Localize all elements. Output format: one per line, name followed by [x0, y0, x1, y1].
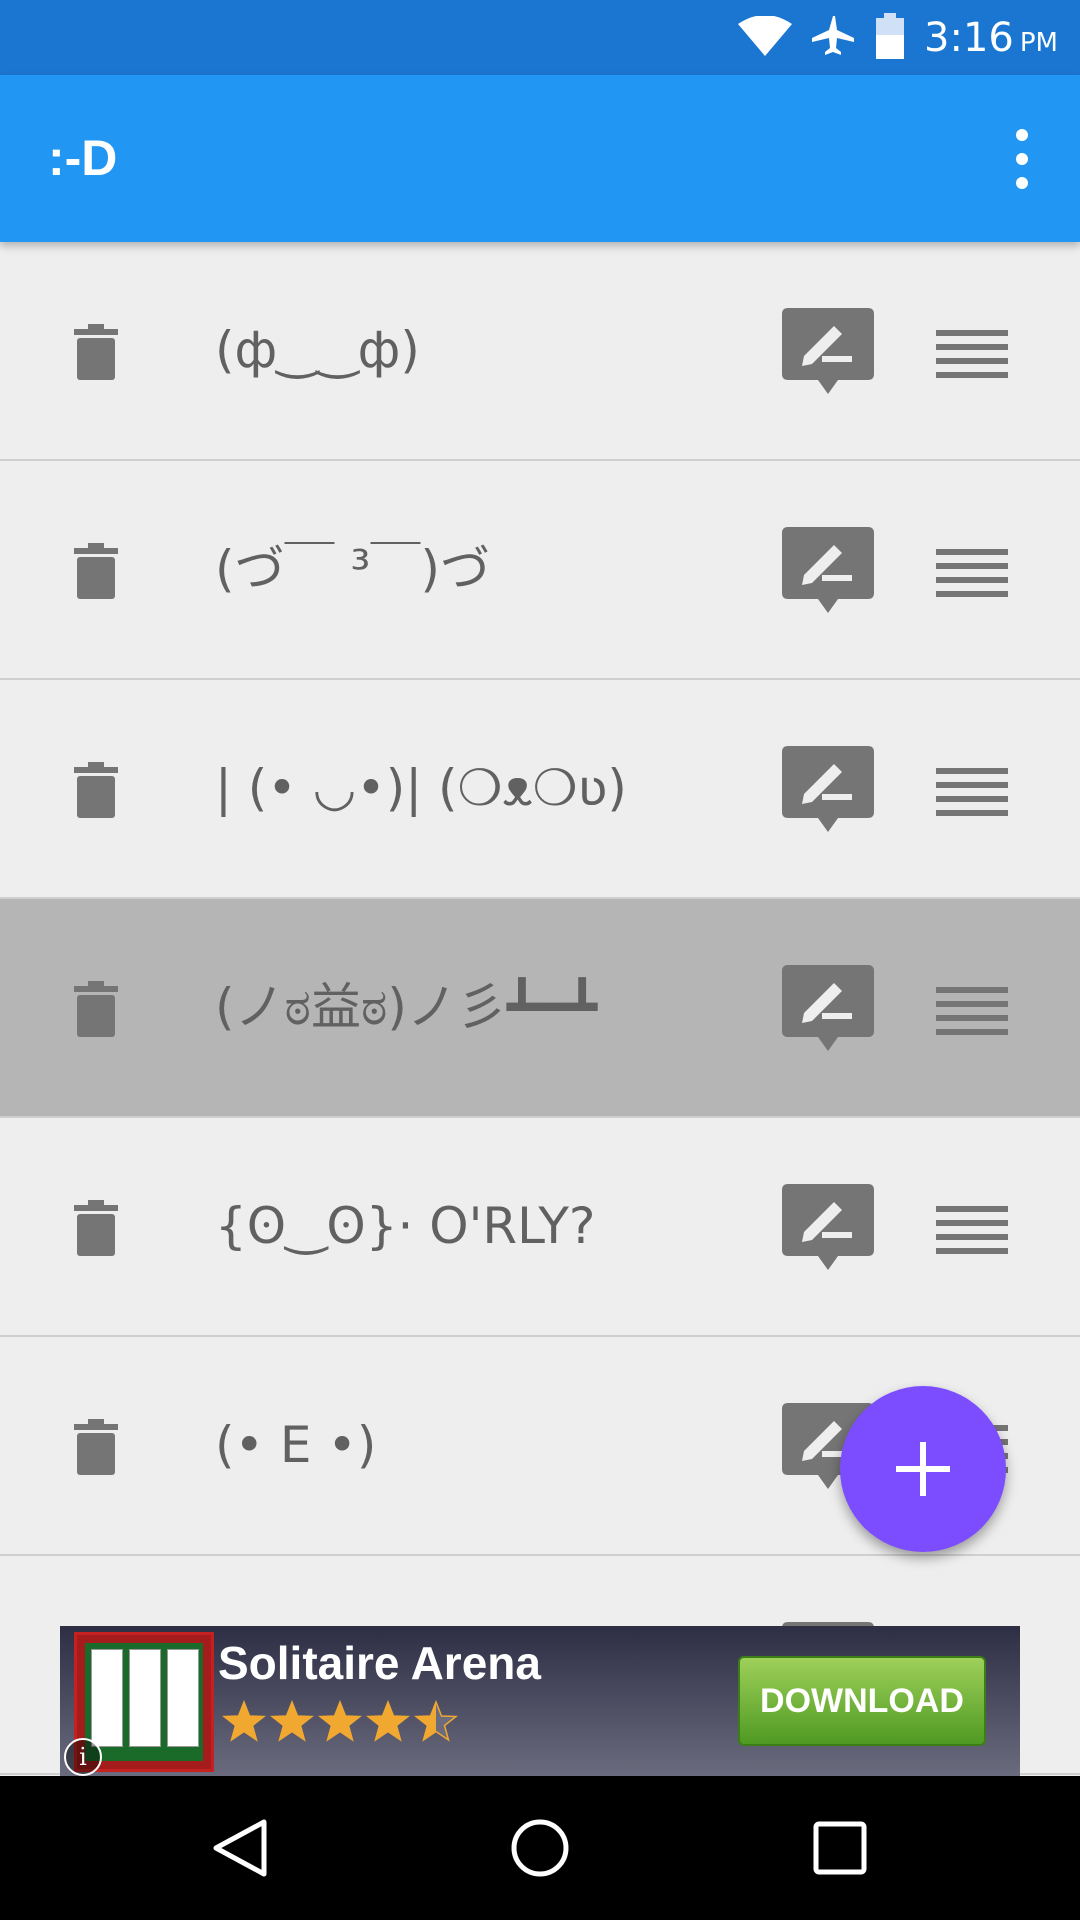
emoticon-text: {ʘ‿ʘ}· O'RLY?: [215, 1197, 596, 1255]
back-icon[interactable]: [208, 1816, 272, 1880]
ad-info-icon[interactable]: i: [64, 1738, 102, 1776]
ad-title: Solitaire Arena: [218, 1637, 541, 1689]
more-vert-icon[interactable]: [994, 123, 1050, 195]
delete-icon[interactable]: [72, 324, 120, 380]
plus-icon: [896, 1442, 950, 1496]
airplane-icon: [812, 14, 856, 62]
ad-rating-stars: [221, 1699, 462, 1748]
ad-banner[interactable]: Solitaire Arena DOWNLOAD i: [60, 1626, 1020, 1776]
edit-icon[interactable]: [782, 746, 874, 838]
drag-handle-icon[interactable]: [936, 547, 1008, 599]
home-icon[interactable]: [508, 1816, 572, 1880]
delete-icon[interactable]: [72, 762, 120, 818]
ad-download-button[interactable]: DOWNLOAD: [738, 1656, 986, 1746]
emoticon-text: (づ￣ ³￣)づ: [215, 540, 490, 598]
edit-icon[interactable]: [782, 308, 874, 400]
add-button[interactable]: [840, 1386, 1006, 1552]
status-bar: 3:16 PM: [0, 0, 1080, 75]
status-time: 3:16 PM: [924, 14, 1058, 61]
star-icon: [413, 1699, 459, 1748]
star-icon: [269, 1699, 315, 1748]
delete-icon[interactable]: [72, 1200, 120, 1256]
emoticon-row[interactable]: (づ￣ ³￣)づ: [0, 461, 1080, 680]
emoticon-row[interactable]: (ノಠ益ಠ)ノ彡┻━┻: [0, 899, 1080, 1118]
emoticon-text: | (• ◡•)| (❍ᴥ❍ʋ): [215, 759, 627, 817]
emoticon-row[interactable]: | (• ◡•)| (❍ᴥ❍ʋ): [0, 680, 1080, 899]
emoticon-row[interactable]: {ʘ‿ʘ}· O'RLY?: [0, 1118, 1080, 1337]
drag-handle-icon[interactable]: [936, 1204, 1008, 1256]
emoticon-text: (ф‿‿ф): [215, 321, 420, 379]
edit-icon[interactable]: [782, 965, 874, 1057]
app-title: :-D: [48, 130, 118, 186]
wifi-icon: [738, 14, 793, 60]
drag-handle-icon[interactable]: [936, 328, 1008, 380]
drag-handle-icon[interactable]: [936, 985, 1008, 1037]
edit-icon[interactable]: [782, 527, 874, 619]
star-icon: [317, 1699, 363, 1748]
delete-icon[interactable]: [72, 1419, 120, 1475]
delete-icon[interactable]: [72, 543, 120, 599]
delete-icon[interactable]: [72, 981, 120, 1037]
emoticon-row[interactable]: (ф‿‿ф): [0, 242, 1080, 461]
recents-icon[interactable]: [808, 1816, 872, 1880]
battery-icon: [876, 12, 905, 63]
star-icon: [221, 1699, 267, 1748]
navigation-bar: [0, 1776, 1080, 1920]
app-bar: :-D: [0, 75, 1080, 242]
emoticon-text: (• E •): [215, 1416, 377, 1474]
edit-icon[interactable]: [782, 1184, 874, 1276]
star-icon: [365, 1699, 411, 1748]
emoticon-text: (ノಠ益ಠ)ノ彡┻━┻: [215, 978, 598, 1036]
drag-handle-icon[interactable]: [936, 766, 1008, 818]
